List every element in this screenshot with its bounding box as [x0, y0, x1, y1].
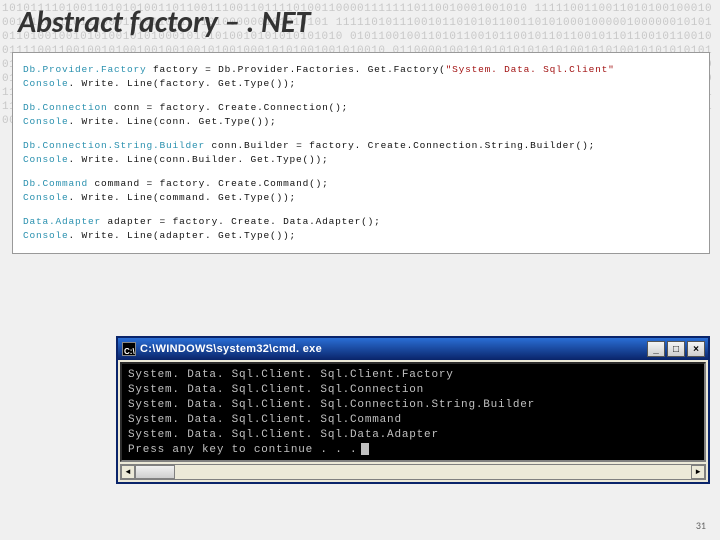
code-line: Db.Command command = factory. Create.Com…: [23, 177, 699, 191]
code-line: Db.Provider.Factory factory = Db.Provide…: [23, 63, 699, 77]
cmd-line: Press any key to continue . . .: [128, 443, 698, 458]
code-group: Db.Connection conn = factory. Create.Con…: [23, 101, 699, 129]
close-button[interactable]: ×: [687, 341, 705, 357]
code-line: Console. Write. Line(factory. Get.Type()…: [23, 77, 699, 91]
scroll-left-icon[interactable]: ◄: [121, 465, 135, 479]
horizontal-scrollbar[interactable]: ◄ ►: [120, 464, 706, 480]
cmd-body: System. Data. Sql.Client. Sql.Client.Fac…: [120, 362, 706, 462]
scroll-track[interactable]: [135, 465, 691, 479]
code-group: Db.Provider.Factory factory = Db.Provide…: [23, 63, 699, 91]
code-line: Db.Connection conn = factory. Create.Con…: [23, 101, 699, 115]
code-line: Data.Adapter adapter = factory. Create. …: [23, 215, 699, 229]
cmd-title-text: C:\WINDOWS\system32\cmd. exe: [140, 343, 647, 355]
code-line: Db.Connection.String.Builder conn.Builde…: [23, 139, 699, 153]
maximize-button[interactable]: □: [667, 341, 685, 357]
code-group: Data.Adapter adapter = factory. Create. …: [23, 215, 699, 243]
cmd-line: System. Data. Sql.Client. Sql.Connection…: [128, 398, 698, 413]
cmd-window: C:\ C:\WINDOWS\system32\cmd. exe _ □ × S…: [116, 336, 710, 484]
scroll-right-icon[interactable]: ►: [691, 465, 705, 479]
page-title: Abstract factory – . NET: [18, 4, 310, 41]
code-block: Db.Provider.Factory factory = Db.Provide…: [12, 52, 710, 254]
code-line: Console. Write. Line(command. Get.Type()…: [23, 191, 699, 205]
cmd-titlebar[interactable]: C:\ C:\WINDOWS\system32\cmd. exe _ □ ×: [118, 338, 708, 360]
page-number: 31: [696, 519, 706, 532]
cmd-line: System. Data. Sql.Client. Sql.Command: [128, 413, 698, 428]
cmd-line: System. Data. Sql.Client. Sql.Data.Adapt…: [128, 428, 698, 443]
minimize-button[interactable]: _: [647, 341, 665, 357]
cmd-line: System. Data. Sql.Client. Sql.Connection: [128, 383, 698, 398]
cursor-icon: [361, 443, 369, 455]
code-line: Console. Write. Line(adapter. Get.Type()…: [23, 229, 699, 243]
code-group: Db.Command command = factory. Create.Com…: [23, 177, 699, 205]
scroll-thumb[interactable]: [135, 465, 175, 479]
code-line: Console. Write. Line(conn. Get.Type());: [23, 115, 699, 129]
code-group: Db.Connection.String.Builder conn.Builde…: [23, 139, 699, 167]
code-line: Console. Write. Line(conn.Builder. Get.T…: [23, 153, 699, 167]
cmd-line: System. Data. Sql.Client. Sql.Client.Fac…: [128, 368, 698, 383]
cmd-icon: C:\: [122, 342, 136, 356]
